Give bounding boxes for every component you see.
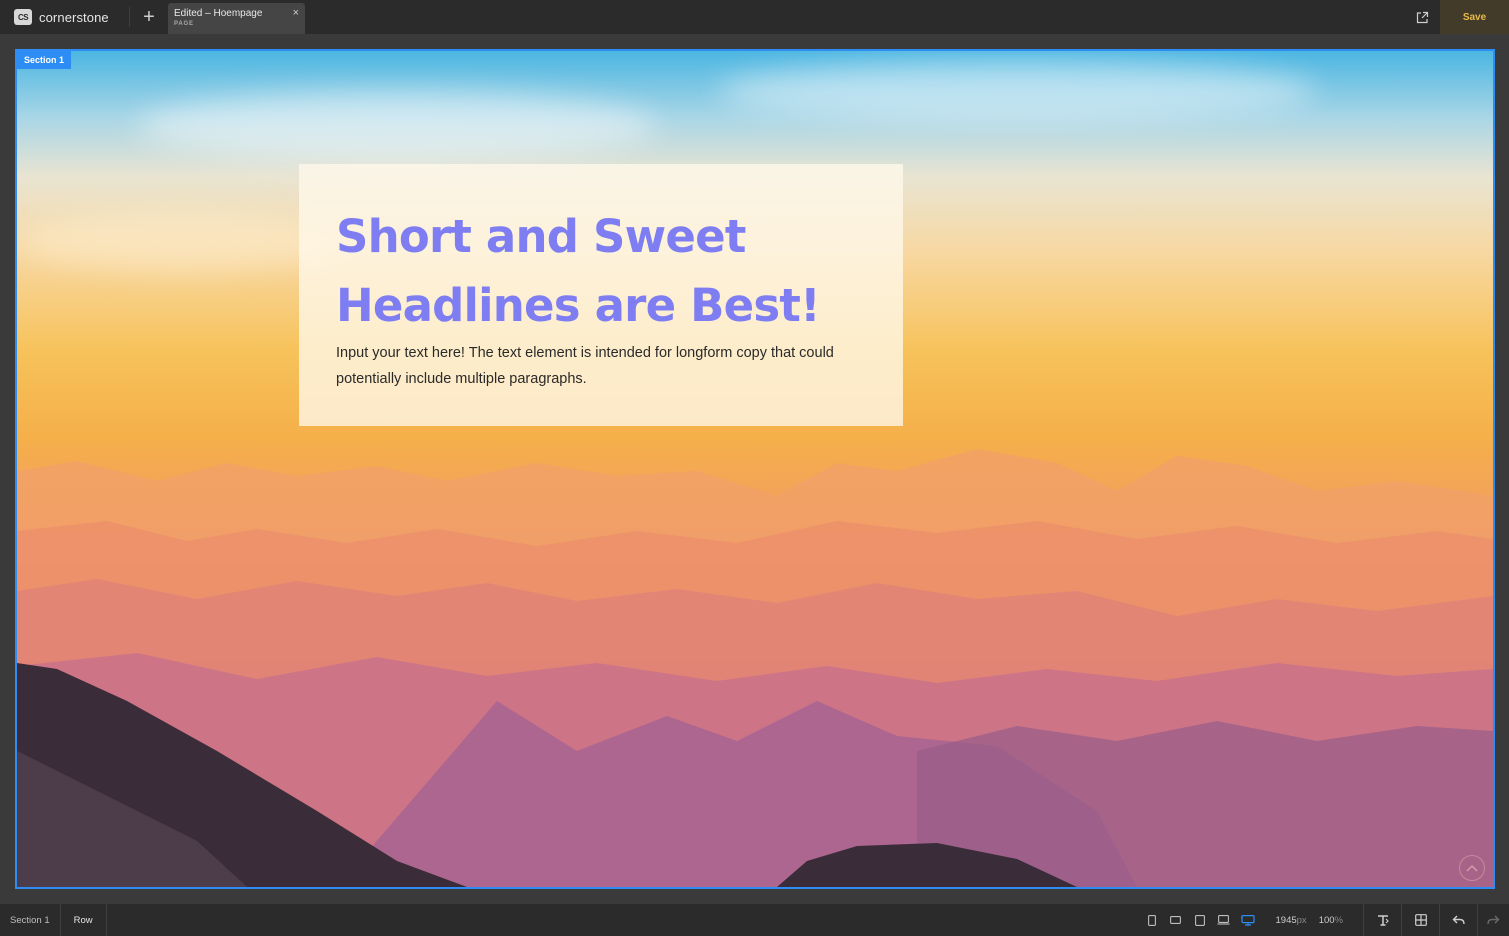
undo-button[interactable] <box>1439 904 1477 936</box>
scroll-top-button[interactable] <box>1459 855 1485 881</box>
save-button[interactable]: Save <box>1440 0 1509 34</box>
chevron-up-icon <box>1466 864 1478 872</box>
redo-button[interactable] <box>1477 904 1509 936</box>
external-link-icon <box>1416 11 1428 23</box>
document-tab-type: PAGE <box>174 21 194 27</box>
device-tablet-button[interactable] <box>1188 904 1212 936</box>
device-desktop-button[interactable] <box>1236 904 1260 936</box>
phone-landscape-icon <box>1170 916 1181 924</box>
undo-icon <box>1452 915 1465 925</box>
breadcrumb-row[interactable]: Row <box>59 904 107 936</box>
body-text[interactable]: Input your text here! The text element i… <box>336 340 867 392</box>
headline-line: Short and Sweet <box>336 210 746 263</box>
body-text-line: potentially include multiple paragraphs. <box>336 371 587 387</box>
typography-button[interactable] <box>1363 904 1401 936</box>
zoom-unit: % <box>1334 914 1343 926</box>
add-document-button[interactable]: + <box>130 0 168 34</box>
cornerstone-logo-icon: CS <box>14 9 32 25</box>
headline-line: Headlines are Best! <box>336 279 821 332</box>
laptop-icon <box>1217 915 1230 925</box>
tablet-icon <box>1194 914 1205 926</box>
bottom-toolbar: Section 1 Row 1945px 100% <box>0 904 1509 936</box>
page-canvas[interactable]: Section 1 Short and Sweet Headlines are … <box>15 49 1495 889</box>
top-toolbar: CS cornerstone + Edited – Hoempage PAGE … <box>0 0 1509 34</box>
brand[interactable]: CS cornerstone <box>0 7 130 27</box>
device-phone-portrait-button[interactable] <box>1140 904 1164 936</box>
canvas-width-value: 1945 <box>1275 914 1297 926</box>
zoom-readout[interactable]: 100% <box>1319 915 1343 926</box>
close-tab-icon[interactable]: × <box>293 7 299 19</box>
device-phone-landscape-button[interactable] <box>1164 904 1188 936</box>
phone-portrait-icon <box>1147 914 1156 926</box>
document-tab[interactable]: Edited – Hoempage PAGE × <box>168 3 305 34</box>
section-label[interactable]: Section 1 <box>17 51 72 69</box>
open-external-button[interactable] <box>1404 0 1440 34</box>
document-tab-title: Edited – Hoempage <box>174 8 263 19</box>
layout-grid-icon <box>1414 914 1427 926</box>
canvas-width-readout[interactable]: 1945px <box>1276 915 1307 926</box>
desktop-icon <box>1240 914 1255 926</box>
text-style-icon <box>1377 914 1389 926</box>
layout-grid-button[interactable] <box>1401 904 1439 936</box>
zoom-value: 100 <box>1318 914 1335 926</box>
device-preview-group <box>1140 904 1260 936</box>
headline[interactable]: Short and Sweet Headlines are Best! <box>336 202 867 340</box>
brand-name: cornerstone <box>39 9 109 25</box>
breadcrumb-section[interactable]: Section 1 <box>0 904 60 936</box>
content-box[interactable]: Short and Sweet Headlines are Best! Inpu… <box>299 164 903 426</box>
body-text-line: Input your text here! The text element i… <box>336 345 834 361</box>
redo-icon <box>1487 915 1500 925</box>
device-laptop-button[interactable] <box>1212 904 1236 936</box>
canvas-width-unit: px <box>1296 914 1307 926</box>
